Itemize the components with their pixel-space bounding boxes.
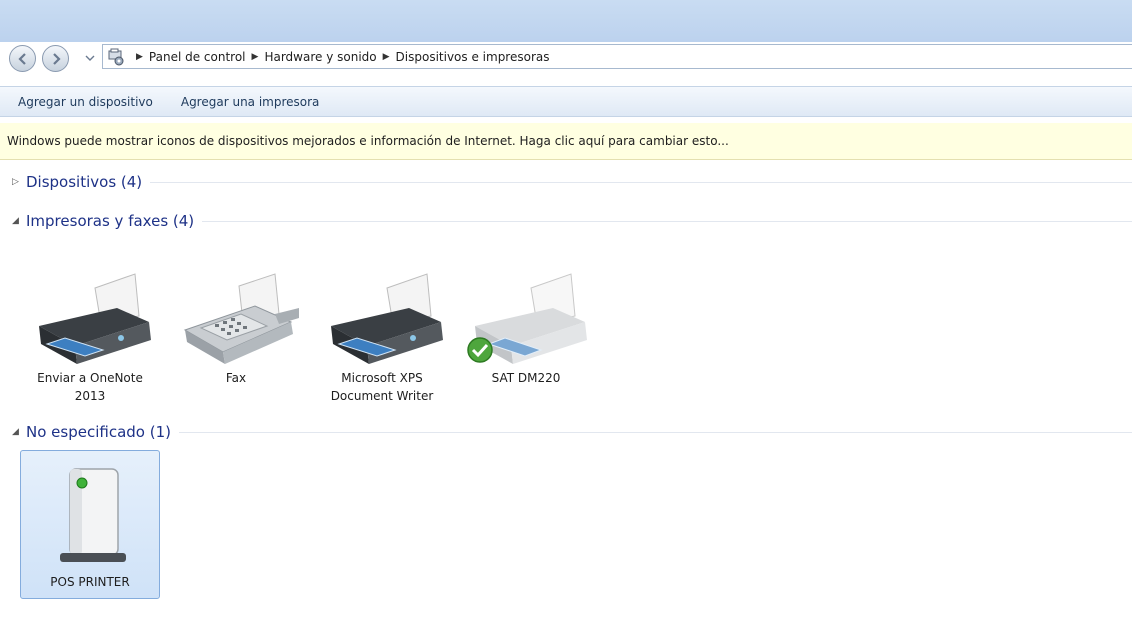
breadcrumb-separator-icon[interactable]: ▶ [252,52,259,62]
group-header-devices[interactable]: ▷ Dispositivos (4) [0,171,1132,193]
breadcrumb-control-panel[interactable]: Panel de control [149,50,246,64]
device-onenote-printer[interactable]: Enviar a OneNote 2013 [20,268,160,404]
group-title-devices: Dispositivos (4) [26,173,143,191]
device-label: Enviar a OneNote [37,371,143,385]
collapse-arrow-icon[interactable]: ◢ [12,427,26,437]
back-button[interactable] [9,45,36,72]
device-xps-writer[interactable]: Microsoft XPS Document Writer [312,268,452,404]
recent-pages-dropdown-icon[interactable] [85,53,95,63]
generic-device-icon [60,468,126,562]
forward-button[interactable] [42,45,69,72]
expand-arrow-icon[interactable]: ▷ [12,177,26,187]
address-bar[interactable]: ▶ Panel de control ▶ Hardware y sonido ▶… [102,44,1132,69]
printer-icon [39,273,151,364]
device-label: Fax [225,371,247,385]
breadcrumb-hardware-sound[interactable]: Hardware y sonido [264,50,376,64]
device-label: POS PRINTER [50,575,130,589]
command-bar: Agregar un dispositivo Agregar una impre… [0,86,1132,117]
device-label: Microsoft XPS [341,371,423,385]
device-label: Document Writer [330,389,434,403]
group-divider [150,181,1132,183]
device-label: 2013 [74,389,106,403]
back-arrow-icon [18,53,26,65]
group-header-unspecified[interactable]: ◢ No especificado (1) [0,421,1132,443]
default-printer-check-icon [467,337,493,363]
window-title-bar [0,0,1132,42]
add-device-button[interactable]: Agregar un dispositivo [18,95,165,109]
group-title-unspecified: No especificado (1) [26,423,171,441]
device-pos-printer[interactable]: POS PRINTER [20,450,160,599]
forward-arrow-icon [53,53,61,65]
info-bar-text: Windows puede mostrar iconos de disposit… [7,134,729,148]
group-title-printers: Impresoras y faxes (4) [26,212,195,230]
control-panel-devices-icon [108,48,124,65]
group-header-printers[interactable]: ◢ Impresoras y faxes (4) [0,210,1132,232]
add-printer-button[interactable]: Agregar una impresora [169,95,332,109]
device-sat-dm220[interactable]: SAT DM220 [456,268,596,388]
collapse-arrow-icon[interactable]: ◢ [12,216,26,226]
breadcrumb-separator-icon[interactable]: ▶ [383,52,390,62]
info-bar[interactable]: Windows puede mostrar iconos de disposit… [0,123,1132,160]
breadcrumb-separator-icon[interactable]: ▶ [136,52,143,62]
group-divider [202,220,1132,222]
device-fax[interactable]: Fax [166,268,306,388]
printer-icon [331,273,443,364]
breadcrumb-devices-printers[interactable]: Dispositivos e impresoras [396,50,550,64]
device-label: SAT DM220 [491,371,561,385]
fax-icon [183,273,299,364]
group-divider [178,431,1132,433]
